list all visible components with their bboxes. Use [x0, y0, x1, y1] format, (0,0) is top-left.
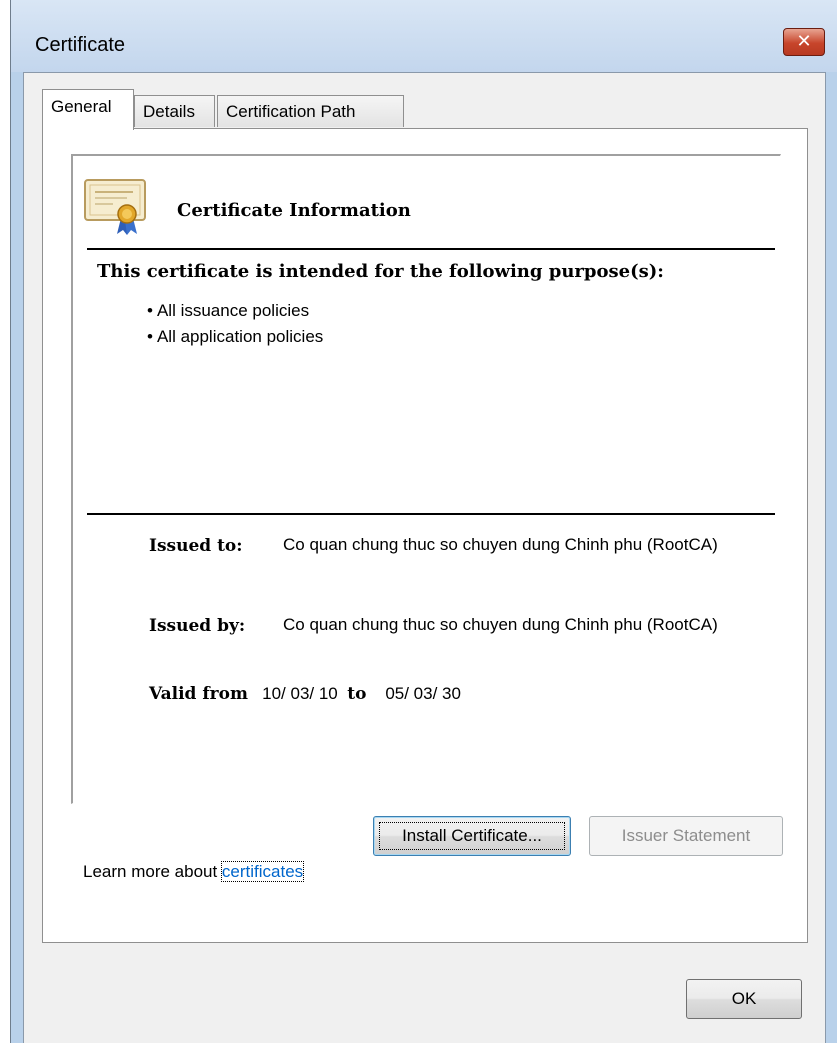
- valid-to-label: to: [347, 684, 367, 704]
- issued-to-label: Issued to:: [149, 536, 243, 556]
- certificates-link[interactable]: certificates: [220, 861, 305, 882]
- heading-divider: [87, 248, 775, 250]
- issued-by-label: Issued by:: [149, 616, 246, 636]
- certificate-icon: [84, 179, 146, 235]
- valid-to-date: 05/ 03/ 30: [385, 684, 461, 703]
- tab-details[interactable]: Details: [134, 95, 215, 127]
- learn-more-prefix: Learn more about: [83, 862, 222, 881]
- ok-button[interactable]: OK: [686, 979, 802, 1019]
- certificate-window: Certificate ✕ General Details Certificat…: [10, 0, 837, 1043]
- valid-from-label: Valid from: [149, 684, 248, 704]
- install-certificate-label: Install Certificate...: [374, 817, 570, 855]
- general-tab-panel: Certificate Information This certificate…: [42, 128, 808, 943]
- learn-more-text: Learn more about certificates: [83, 861, 305, 882]
- certificate-info-heading: Certificate Information: [177, 200, 411, 221]
- issuer-statement-button[interactable]: Issuer Statement: [589, 816, 783, 856]
- purpose-title: This certificate is intended for the fol…: [97, 261, 664, 282]
- issued-to-value: Co quan chung thuc so chuyen dung Chinh …: [283, 535, 718, 554]
- certificate-info-box: Certificate Information This certificate…: [71, 154, 781, 804]
- details-divider: [87, 513, 775, 515]
- install-certificate-button[interactable]: Install Certificate...: [373, 816, 571, 856]
- close-icon: ✕: [796, 31, 812, 52]
- purpose-item: All issuance policies: [147, 298, 323, 324]
- close-button[interactable]: ✕: [783, 28, 825, 56]
- tab-general[interactable]: General: [42, 89, 134, 130]
- issued-by-value: Co quan chung thuc so chuyen dung Chinh …: [283, 615, 718, 634]
- window-title: Certificate: [35, 34, 126, 56]
- purpose-list: All issuance policies All application po…: [147, 298, 323, 350]
- valid-from-date: 10/ 03/ 10: [262, 684, 338, 703]
- validity-row: Valid from 10/ 03/ 10 to 05/ 03/ 30: [149, 684, 461, 704]
- purpose-item: All application policies: [147, 324, 323, 350]
- tab-certification-path[interactable]: Certification Path: [217, 95, 404, 127]
- title-bar[interactable]: Certificate ✕: [11, 0, 837, 72]
- dialog-client-area: General Details Certification Path Certi…: [23, 72, 826, 1043]
